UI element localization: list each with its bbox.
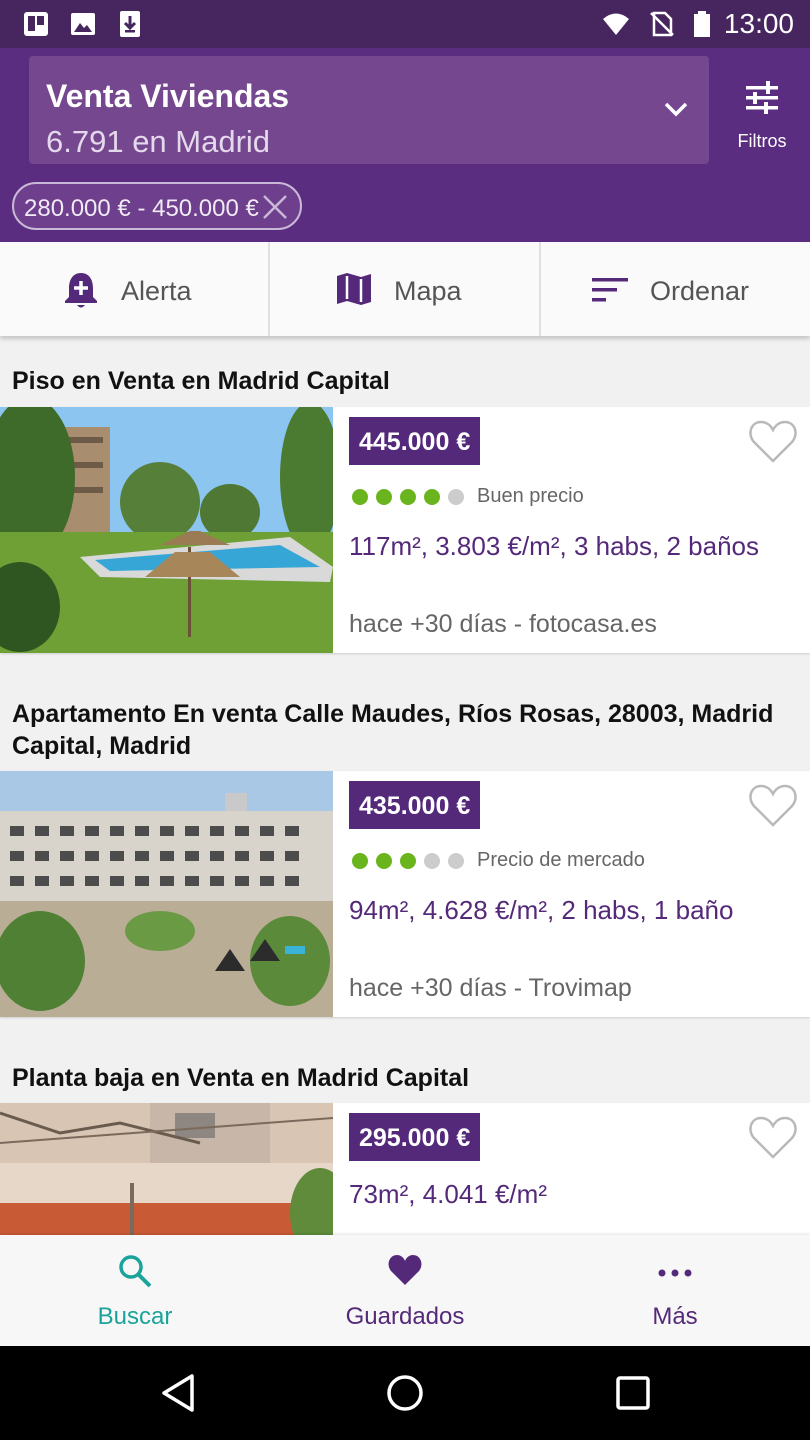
rating-dot: [376, 853, 392, 869]
rating-dot: [376, 489, 392, 505]
listing-features: 94m², 4.628 €/m², 2 habs, 1 baño: [349, 895, 734, 925]
price-rating: [352, 489, 472, 510]
heart-icon: [388, 1255, 422, 1285]
trello-icon: [24, 12, 48, 36]
nav-guardados[interactable]: Guardados: [270, 1235, 540, 1346]
search-selector[interactable]: Venta Viviendas 6.791 en Madrid: [29, 56, 709, 164]
listing-meta: hace +30 días - fotocasa.es: [349, 610, 657, 638]
map-icon: [337, 273, 371, 305]
rating-label: Buen precio: [477, 485, 584, 507]
listing-card[interactable]: 435.000 € Precio de mercado 94m², 4.628 …: [0, 771, 810, 1017]
rating-label: Precio de mercado: [477, 849, 645, 871]
rating-dot: [352, 853, 368, 869]
more-dots-icon: [658, 1269, 692, 1277]
nav-mas[interactable]: Más: [540, 1235, 810, 1346]
search-subtitle: 6.791 en Madrid: [46, 124, 271, 159]
building-courtyard-photo: [0, 771, 333, 1017]
rating-dot: [400, 853, 416, 869]
battery-icon: [694, 11, 710, 37]
bottom-navigation: Buscar Guardados Más: [0, 1235, 810, 1346]
map-label: Mapa: [394, 276, 462, 306]
image-icon: [71, 13, 95, 35]
heart-outline-icon[interactable]: [748, 419, 798, 465]
listing-title[interactable]: Planta baja en Venta en Madrid Capital: [12, 1062, 792, 1094]
nav-guardados-label: Guardados: [345, 1303, 465, 1330]
clock: 13:00: [723, 8, 794, 39]
action-bar: Alerta Mapa Ordenar: [0, 242, 810, 336]
listing-meta: hace +30 días - Trovimap: [349, 974, 632, 1002]
system-navigation-bar: [0, 1346, 810, 1440]
wifi-icon: [603, 13, 629, 35]
listing-photo[interactable]: [0, 407, 333, 653]
listing-title[interactable]: Apartamento En venta Calle Maudes, Ríos …: [12, 698, 792, 762]
filters-button[interactable]: Filtros: [722, 68, 802, 168]
rating-dot: [448, 489, 464, 505]
price-tag: 295.000 €: [349, 1113, 481, 1161]
sort-button[interactable]: Ordenar: [541, 242, 810, 336]
price-rating: [352, 853, 472, 874]
listing-photo[interactable]: [0, 771, 333, 1017]
bell-add-icon: [65, 273, 97, 308]
app-header: Venta Viviendas 6.791 en Madrid Filtros …: [0, 48, 810, 242]
nav-buscar-label: Buscar: [97, 1303, 173, 1330]
tune-icon: [746, 81, 778, 114]
rating-dot: [448, 853, 464, 869]
home-icon[interactable]: [385, 1373, 425, 1413]
rating-dot: [352, 489, 368, 505]
search-icon: [119, 1255, 152, 1288]
nav-buscar[interactable]: Buscar: [0, 1235, 270, 1346]
rating-dot: [400, 489, 416, 505]
nav-mas-label: Más: [652, 1303, 698, 1330]
map-button[interactable]: Mapa: [270, 242, 539, 336]
filters-label: Filtros: [737, 131, 787, 151]
rating-dot: [424, 489, 440, 505]
price-tag: 435.000 €: [349, 781, 481, 829]
no-sim-icon: [650, 11, 674, 37]
alert-label: Alerta: [121, 276, 192, 306]
sort-icon: [592, 278, 628, 302]
pool-garden-photo: [0, 407, 333, 653]
heart-outline-icon[interactable]: [748, 1115, 798, 1161]
price-tag: 445.000 €: [349, 417, 481, 465]
price-filter-chip[interactable]: 280.000 € - 450.000 €: [12, 182, 302, 230]
close-icon[interactable]: [262, 194, 288, 220]
rating-dot: [424, 853, 440, 869]
download-icon: [120, 11, 140, 37]
search-title: Venta Viviendas: [46, 78, 290, 114]
status-bar: 13:00: [0, 0, 810, 48]
price-filter-label: 280.000 € - 450.000 €: [24, 195, 259, 222]
chevron-down-icon: [664, 102, 688, 117]
listing-features: 73m², 4.041 €/m²: [349, 1179, 547, 1209]
listing-title[interactable]: Piso en Venta en Madrid Capital: [12, 365, 792, 397]
recents-icon[interactable]: [614, 1373, 652, 1413]
listing-card[interactable]: 445.000 € Buen precio 117m², 3.803 €/m²,…: [0, 407, 810, 653]
heart-outline-icon[interactable]: [748, 783, 798, 829]
sort-label: Ordenar: [650, 276, 750, 306]
alert-button[interactable]: Alerta: [0, 242, 268, 336]
back-icon[interactable]: [160, 1373, 196, 1413]
listing-features: 117m², 3.803 €/m², 3 habs, 2 baños: [349, 531, 759, 561]
